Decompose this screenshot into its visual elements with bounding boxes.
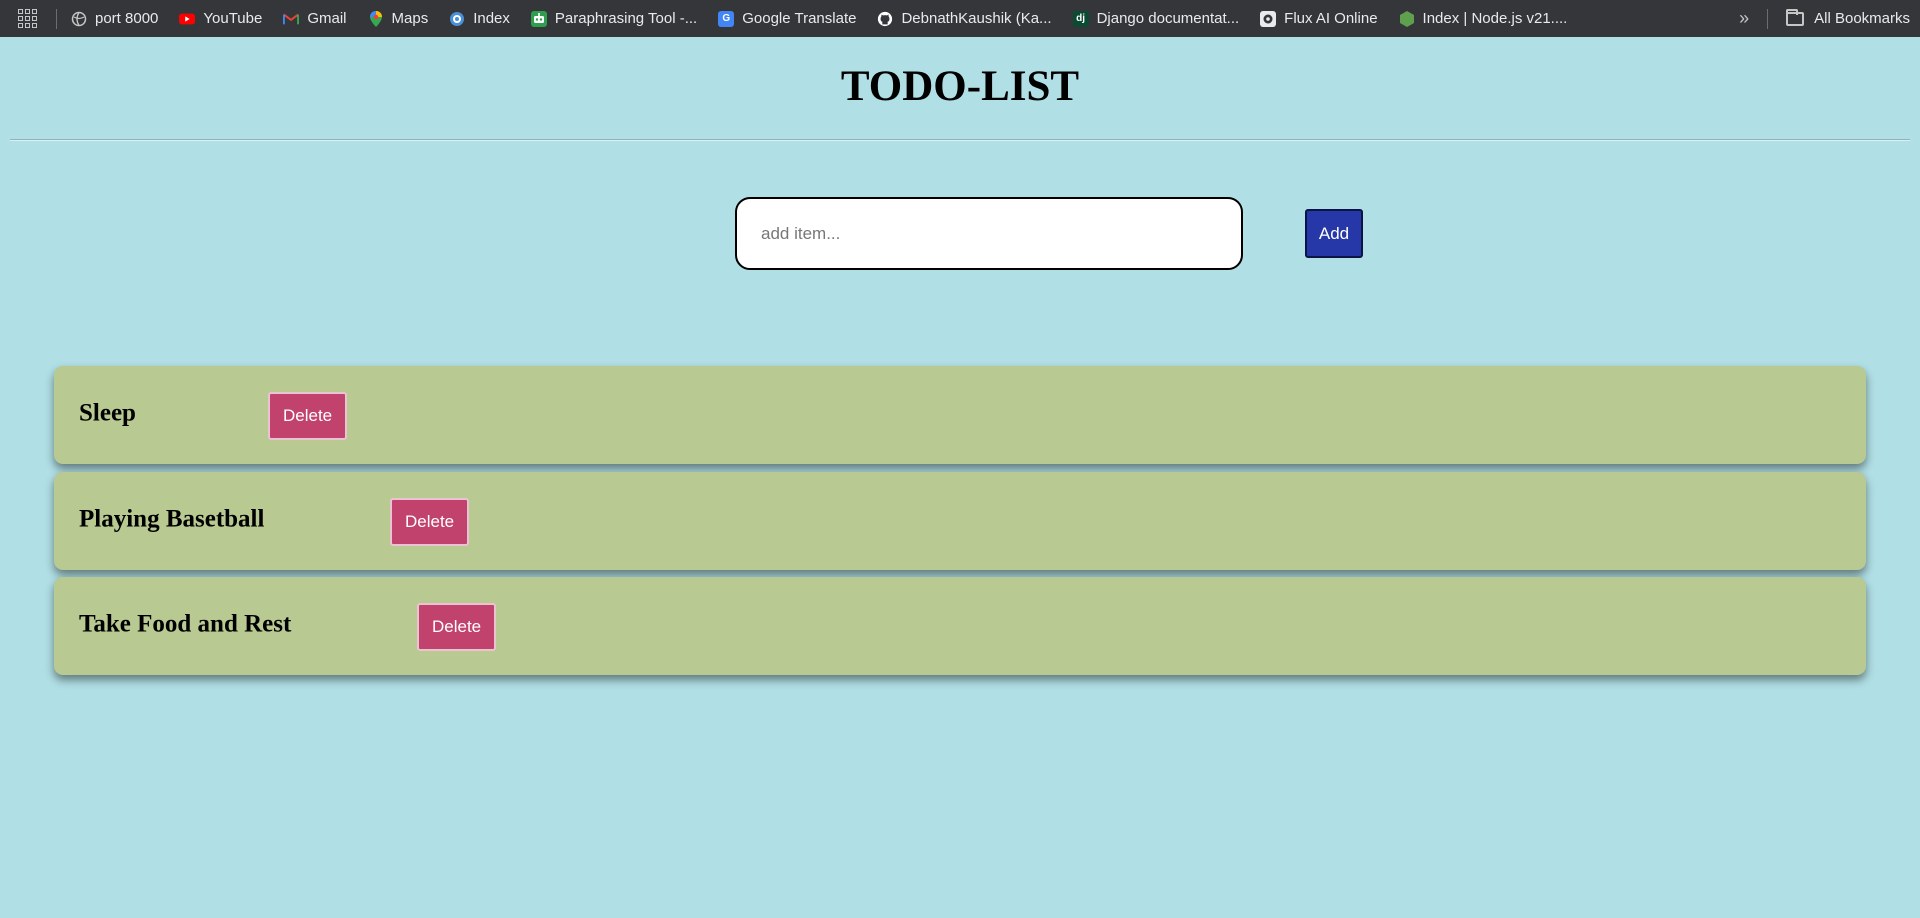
todo-item: Take Food and Rest Delete: [54, 577, 1866, 675]
delete-button[interactable]: Delete: [390, 498, 470, 546]
bookmark-label: Index: [473, 10, 510, 27]
bookmark-label: Google Translate: [742, 10, 857, 27]
gmail-icon: [283, 11, 300, 27]
bookmark-nodejs[interactable]: Index | Node.js v21....: [1399, 10, 1568, 27]
globe-icon: [71, 11, 87, 27]
bookmark-port-8000[interactable]: port 8000: [71, 10, 158, 27]
bookmark-youtube[interactable]: YouTube: [179, 10, 262, 27]
todo-item: Playing Basetball Delete: [54, 472, 1866, 570]
bookmark-label: Flux AI Online: [1284, 10, 1378, 27]
translate-icon: G: [718, 10, 735, 27]
github-icon: [877, 11, 893, 27]
bookmark-label: Gmail: [307, 10, 347, 27]
bookmark-index[interactable]: Index: [449, 10, 510, 27]
delete-button[interactable]: Delete: [268, 392, 348, 440]
flux-icon: [1260, 10, 1277, 27]
bookmark-label: Paraphrasing Tool -...: [554, 10, 698, 27]
all-bookmarks-button[interactable]: All Bookmarks: [1786, 8, 1910, 27]
apps-grid-icon[interactable]: [18, 8, 38, 29]
todo-item-text: Playing Basetball: [79, 505, 265, 533]
bookmark-paraphrasing-tool[interactable]: Paraphrasing Tool -...: [530, 10, 698, 27]
title-divider: [10, 139, 1910, 141]
page-title: TODO-LIST: [840, 63, 1080, 110]
bookmark-flux-ai[interactable]: Flux AI Online: [1260, 10, 1378, 27]
bookmarks-bar: port 8000 YouTube Gmail Maps Index Parap…: [0, 0, 1920, 37]
maps-icon: [368, 10, 384, 27]
bookmarks-divider: [56, 8, 57, 29]
bookmark-maps[interactable]: Maps: [368, 10, 429, 27]
bookmark-gmail[interactable]: Gmail: [283, 10, 347, 27]
todo-item-text: Sleep: [79, 399, 136, 427]
youtube-icon: [179, 11, 196, 27]
index-icon: [449, 11, 465, 27]
bookmark-label: Index | Node.js v21....: [1422, 10, 1568, 27]
delete-button[interactable]: Delete: [417, 603, 497, 651]
bookmark-django[interactable]: dj Django documentat...: [1072, 10, 1240, 27]
chevron-double-right-icon[interactable]: »: [1739, 8, 1749, 29]
bookmark-google-translate[interactable]: G Google Translate: [718, 10, 856, 27]
add-button[interactable]: Add: [1305, 209, 1363, 258]
all-bookmarks-label: All Bookmarks: [1814, 10, 1910, 27]
paraphrasing-icon: [530, 10, 547, 27]
bookmark-label: DebnathKaushik (Ka...: [901, 10, 1052, 27]
bookmark-label: Maps: [391, 10, 429, 27]
add-item-input[interactable]: [735, 197, 1243, 270]
bookmark-label: YouTube: [203, 10, 263, 27]
bookmark-label: port 8000: [95, 10, 159, 27]
django-icon: dj: [1072, 10, 1089, 27]
nodejs-icon: [1399, 10, 1415, 27]
bookmark-github[interactable]: DebnathKaushik (Ka...: [877, 10, 1052, 27]
bookmark-label: Django documentat...: [1096, 10, 1240, 27]
todo-item-text: Take Food and Rest: [79, 610, 292, 638]
folder-icon: [1786, 8, 1805, 26]
bookmarks-divider: [1767, 8, 1769, 29]
todo-item: Sleep Delete: [54, 366, 1866, 464]
